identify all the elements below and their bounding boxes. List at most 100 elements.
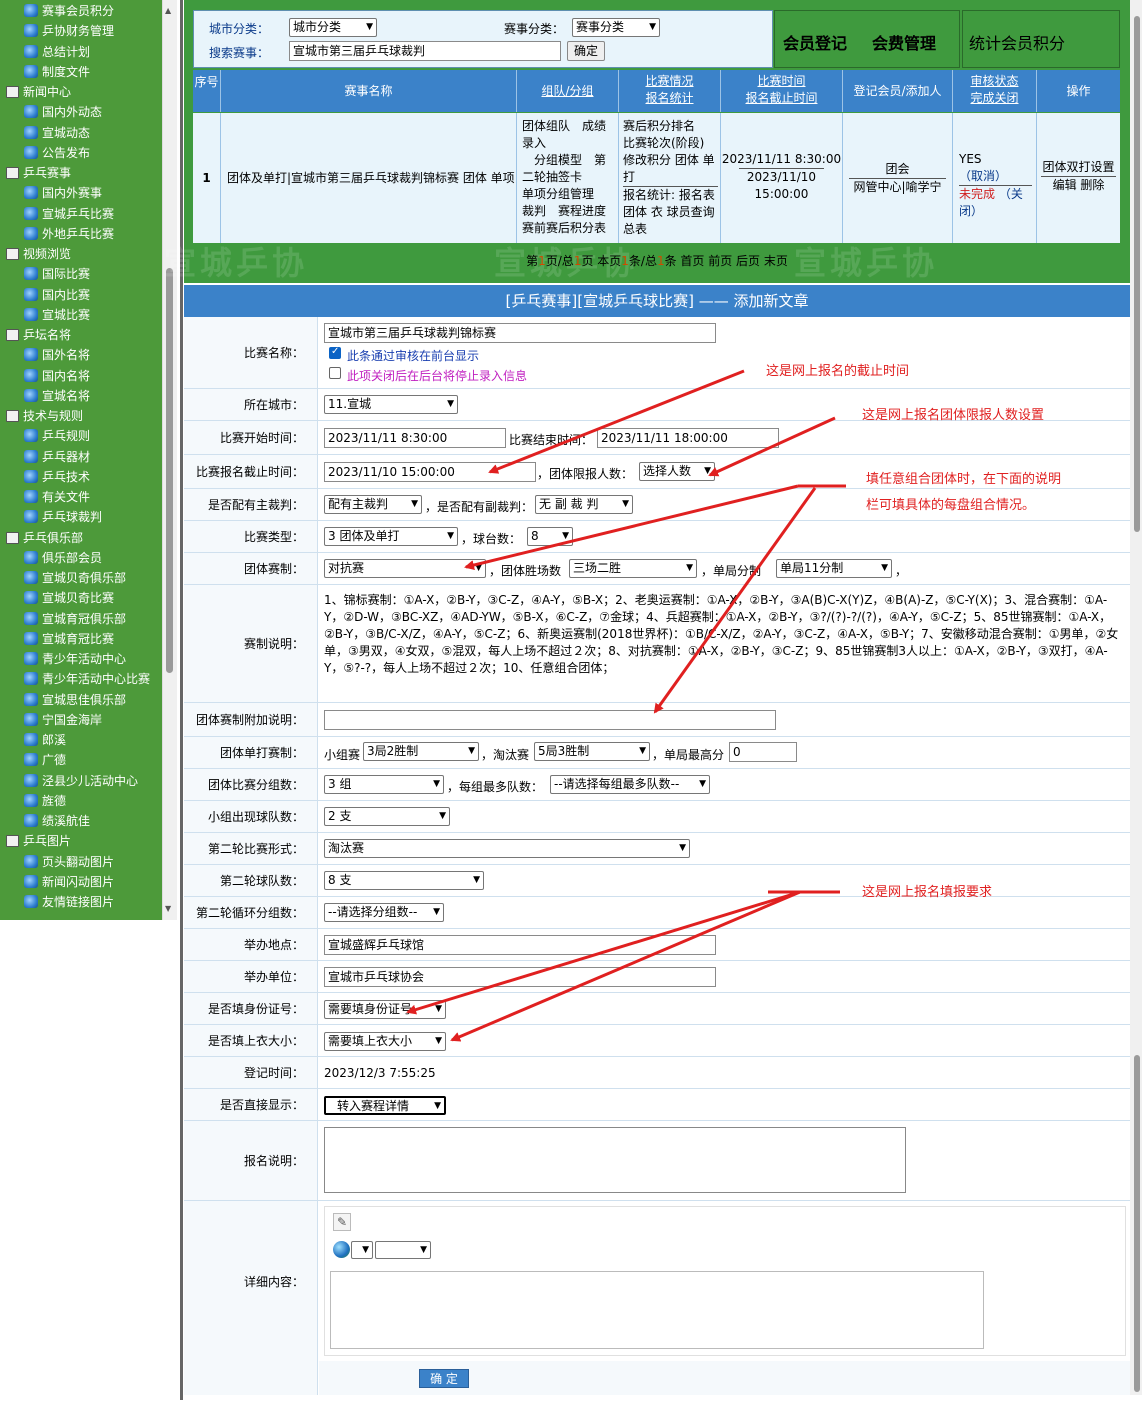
end-time-input[interactable]: 2023/11/11 18:00:00 [597, 428, 779, 448]
sidebar-category[interactable]: 乒乓赛事 [6, 163, 71, 183]
tables-select[interactable]: 8 ▼ [527, 527, 573, 546]
sidebar-item[interactable]: 国内外赛事 [24, 183, 102, 203]
status-link[interactable]: 比赛轮次(阶段) [623, 135, 718, 152]
sidebar-item[interactable]: 广德 [24, 750, 66, 770]
deadline-input[interactable]: 2023/11/10 15:00:00 [324, 462, 536, 482]
search-confirm-button[interactable]: 确定 [567, 41, 605, 61]
sidebar-item[interactable]: 公告发布 [24, 143, 90, 163]
page-scrollbar-thumb-lower[interactable] [1134, 1055, 1140, 1392]
sidebar-item[interactable]: 宣城乒乓比赛 [24, 204, 114, 224]
frame-divider[interactable] [180, 0, 183, 1400]
sidebar-item[interactable]: 国内名将 [24, 366, 90, 386]
audit-cancel-link[interactable]: （取消） [959, 169, 1007, 183]
sidebar-item[interactable]: 国内比赛 [24, 285, 90, 305]
scroll-down-arrow-icon[interactable]: ▼ [165, 904, 171, 913]
search-input[interactable]: 宣城市第三届乒乓球裁判 [289, 41, 561, 61]
close-checkbox[interactable] [329, 367, 341, 379]
event-filter-select[interactable]: 赛事分类 ▼ [572, 18, 660, 37]
sidebar-item[interactable]: 乒协财务管理 [24, 21, 114, 41]
sidebar-category[interactable]: 新闻中心 [6, 82, 71, 102]
pager-nav-links[interactable]: 条 首页 前页 后页 末页 [665, 254, 788, 268]
sidebar-item[interactable]: 宣城名将 [24, 386, 90, 406]
sidebar-item[interactable]: 宣城比赛 [24, 305, 90, 325]
round2-groups-select[interactable]: --请选择分组数-- ▼ [324, 903, 444, 922]
sidebar-category[interactable]: 乒乓图片 [6, 831, 71, 851]
sidebar-item[interactable]: 泾县少儿活动中心 [24, 771, 138, 791]
qualify-count-select[interactable]: 2 支 ▼ [324, 807, 450, 826]
team-link[interactable]: 单项分组管理 [522, 186, 616, 203]
detail-content-textarea[interactable] [330, 1271, 984, 1349]
sidebar-item[interactable]: 国外名将 [24, 345, 90, 365]
team-limit-select[interactable]: 选择人数 ▼ [639, 462, 715, 481]
direct-display-select[interactable]: 转入赛程详情 ▼ [324, 1096, 446, 1115]
max-teams-select[interactable]: --请选择每组最多队数-- ▼ [550, 775, 710, 794]
doubles-setting-link[interactable]: 团体双打设置 [1041, 159, 1116, 177]
status-link[interactable]: 团体 衣 球员查询 [623, 204, 718, 221]
shirt-size-select[interactable]: 需要填上衣大小 ▼ [324, 1032, 446, 1051]
sidebar-item[interactable]: 新闻闪动图片 [24, 872, 114, 892]
team-link[interactable]: 裁判 赛程进度 [522, 203, 616, 220]
row-event-name[interactable]: 团体及单打|宣城市第三届乒乓球裁判锦标赛 团体 单项 [221, 113, 517, 243]
sidebar-item[interactable]: 国内外动态 [24, 102, 102, 122]
scroll-up-arrow-icon[interactable]: ▲ [165, 6, 171, 15]
win-count-select[interactable]: 三场二胜 ▼ [569, 559, 697, 578]
globe-icon[interactable] [333, 1241, 350, 1258]
sidebar-item[interactable]: 俱乐部会员 [24, 548, 102, 568]
group-count-select[interactable]: 3 组 ▼ [324, 775, 444, 794]
submit-button[interactable]: 确 定 [419, 1369, 469, 1388]
sidebar-item[interactable]: 宣城贝奇俱乐部 [24, 568, 126, 588]
sidebar-item[interactable]: 国际比赛 [24, 264, 90, 284]
sidebar-scrollbar-thumb[interactable] [166, 268, 173, 673]
max-score-input[interactable]: 0 [729, 742, 797, 762]
editor-mode-select[interactable]: ▼ [351, 1241, 373, 1259]
city-select[interactable]: 11.宣城 ▼ [324, 395, 458, 414]
sidebar-item[interactable]: 青少年活动中心比赛 [24, 669, 150, 689]
sidebar-item[interactable]: 有关文件 [24, 487, 90, 507]
sidebar-category[interactable]: 乒乓俱乐部 [6, 528, 83, 548]
group-stage-select[interactable]: 3局2胜制 ▼ [363, 742, 479, 761]
editor-font-select[interactable]: ▼ [375, 1241, 431, 1259]
status-link[interactable]: 修改积分 团体 单打 [623, 152, 718, 186]
start-time-input[interactable]: 2023/11/11 8:30:00 [324, 428, 506, 448]
knockout-select[interactable]: 5局3胜制 ▼ [534, 742, 650, 761]
sidebar-item[interactable]: 宣城育冠比赛 [24, 629, 114, 649]
id-required-select[interactable]: 需要填身份证号 ▼ [324, 1000, 446, 1019]
sidebar-item[interactable]: 乒乓器材 [24, 447, 90, 467]
sidebar-item[interactable]: 宣城贝奇比赛 [24, 588, 114, 608]
sidebar-item[interactable]: 乒乓球裁判 [24, 507, 102, 527]
sidebar-category[interactable]: 视频浏览 [6, 244, 71, 264]
venue-input[interactable]: 宣城盛辉乒乓球馆 [324, 935, 716, 955]
sidebar-item[interactable]: 宣城动态 [24, 123, 90, 143]
sidebar-item[interactable]: 宣城思佳俱乐部 [24, 690, 126, 710]
extra-note-input[interactable] [324, 710, 776, 730]
vice-referee-select[interactable]: 无 副 裁 判 ▼ [535, 495, 633, 514]
edit-delete-links[interactable]: 编辑 删除 [1037, 177, 1120, 194]
sidebar-item[interactable]: 绩溪航佳 [24, 811, 90, 831]
status-link[interactable]: 总表 [623, 221, 718, 238]
approve-checkbox[interactable] [329, 346, 341, 359]
sidebar-item[interactable]: 青少年活动中心 [24, 649, 126, 669]
status-link[interactable]: 报名统计: 报名表 [623, 186, 718, 204]
sidebar-item[interactable]: 乒乓规则 [24, 426, 90, 446]
sidebar-item[interactable]: 外地乒乓比赛 [24, 224, 114, 244]
team-system-select[interactable]: 对抗赛 ▼ [324, 559, 486, 578]
sidebar-item[interactable]: 赛事会员积分 [24, 1, 114, 21]
signup-note-textarea[interactable] [324, 1127, 906, 1193]
fee-manage-link[interactable]: 会费管理 [872, 30, 936, 54]
sidebar-item[interactable]: 宁国金海岸 [24, 710, 102, 730]
sidebar-category[interactable]: 技术与规则 [6, 406, 83, 426]
sidebar-item[interactable]: 页头翻动图片 [24, 852, 114, 872]
event-type-select[interactable]: 3 团体及单打 ▼ [324, 527, 458, 546]
event-name-input[interactable]: 宣城市第三届乒乓球裁判锦标赛 [324, 323, 716, 343]
team-link[interactable]: 团体组队 成绩录入 [522, 118, 616, 152]
page-scrollbar-thumb[interactable] [1134, 16, 1140, 532]
sidebar-item[interactable]: 总结计划 [24, 42, 90, 62]
team-link[interactable]: 赛前赛后积分表 [522, 220, 616, 237]
main-referee-select[interactable]: 配有主裁判 ▼ [324, 495, 422, 514]
team-link[interactable]: 分组模型 第二轮抽签卡 [522, 152, 616, 186]
host-input[interactable]: 宣城市乒乓球协会 [324, 967, 716, 987]
sidebar-category[interactable]: 乒坛名将 [6, 325, 71, 345]
member-register-link[interactable]: 会员登记 [783, 30, 847, 54]
sidebar-item[interactable]: 友情链接图片 [24, 892, 114, 912]
round2-form-select[interactable]: 淘汰赛 ▼ [324, 839, 690, 858]
